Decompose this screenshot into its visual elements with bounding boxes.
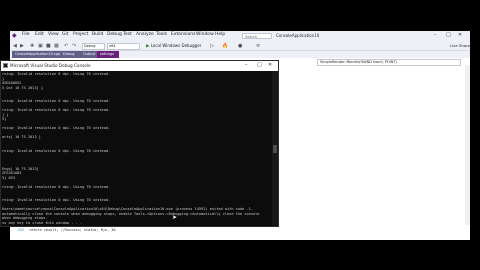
console-line: 5} 053 [2, 175, 15, 180]
new-item-icon[interactable]: ✚ [30, 43, 34, 49]
menu-bar: ◆ File Edit View Git Project Build Debug… [10, 31, 470, 45]
hot-reload-icon[interactable]: 🔥 [222, 43, 228, 49]
redo-icon[interactable]: ↷ [72, 43, 76, 49]
mouse-cursor-icon: ➤ [172, 214, 178, 221]
menu-test[interactable]: Test [123, 32, 132, 37]
back-icon[interactable]: ◀ [13, 43, 17, 49]
console-line: rning: Invalid resolution 0 dpi. Using 7… [2, 198, 111, 202]
search-input[interactable]: Search (Ctrl+Q) [242, 33, 272, 45]
save-all-icon[interactable]: ▩ [54, 43, 59, 49]
console-line: arts] 16 TS 2013 } [2, 135, 41, 139]
console-minimize-icon[interactable]: – [245, 62, 248, 68]
menu-build[interactable]: Build [92, 32, 103, 37]
menu-view[interactable]: View [48, 32, 59, 37]
menu-edit[interactable]: Edit [35, 32, 44, 37]
menu-help[interactable]: Help [215, 32, 225, 37]
tab-source[interactable]: ConsoleApplication10.cpp [12, 51, 62, 58]
menu-file[interactable]: File [22, 32, 30, 37]
debug-console-window[interactable]: Microsoft Visual Studio Debug Console – … [0, 60, 279, 227]
undo-icon[interactable]: ↶ [64, 43, 68, 49]
console-line: 5 Oct 10 TS 2013] } [2, 85, 44, 90]
editor-scrollbar[interactable] [465, 65, 470, 225]
comment-icon[interactable]: ≡ [256, 43, 260, 49]
console-line: 5} [2, 117, 7, 121]
console-line: rning: Invalid resolution 0 dpi. Using 7… [2, 184, 111, 189]
menu-analyze[interactable]: Analyze [136, 32, 154, 37]
console-line: ss any key to close this window . . . [2, 220, 83, 225]
console-line: rning: Invalid resolution 0 dpi. Using 7… [2, 99, 111, 103]
play-icon: ▶ [146, 44, 150, 49]
start-debugging-button[interactable]: ▶ Local Windows Debugger [146, 43, 201, 49]
menu-window[interactable]: Window [196, 32, 214, 37]
console-icon [3, 63, 8, 68]
close-icon[interactable]: ✕ [458, 32, 462, 38]
tab-settings[interactable]: settings [97, 51, 119, 58]
debugger-label: Local Windows Debugger [150, 43, 202, 48]
console-close-icon[interactable]: ✕ [268, 62, 272, 68]
menu-extensions[interactable]: Extensions [171, 32, 195, 37]
line-number: 452 [17, 228, 24, 232]
console-line: rning: Invalid resolution 0 dpi. Using 7… [2, 126, 111, 130]
breakpoint-icon[interactable]: ● [238, 43, 242, 49]
forward-icon[interactable]: ▶ [20, 43, 24, 49]
console-maximize-icon[interactable]: □ [257, 62, 262, 68]
visual-studio-logo-icon: ◆ [12, 32, 17, 39]
member-navigation-select[interactable]: SimpleRender::Render(HWND hwnd, POINT) [317, 59, 461, 66]
menu-tools[interactable]: Tools [156, 32, 167, 37]
save-icon[interactable]: ■ [46, 43, 51, 49]
console-line: rning: Invalid resolution 0 dpi. Using 7… [2, 148, 111, 153]
live-share-button[interactable]: Live Share [450, 43, 470, 48]
menu-git[interactable]: Git [62, 32, 69, 37]
code-text: return result; //Success; status; Rjn, 3… [27, 228, 116, 232]
maximize-icon[interactable]: □ [446, 32, 451, 38]
right-letterbox [470, 0, 480, 270]
configuration-select[interactable]: Debug [82, 43, 105, 50]
platform-select[interactable]: x64 [107, 43, 140, 50]
console-scrollbar-thumb[interactable] [273, 145, 277, 153]
console-title-bar[interactable]: Microsoft Visual Studio Debug Console – … [1, 61, 278, 71]
code-line: 452 return result; //Success; status; Rj… [10, 228, 470, 233]
open-icon[interactable]: ▣ [38, 43, 43, 49]
start-without-debugging-icon[interactable]: ▷ [210, 43, 214, 49]
menu-debug[interactable]: Debug [107, 32, 122, 37]
menu-project[interactable]: Project [73, 32, 88, 37]
toolbar: ◀ ▶ ✚ ▣ ■ ▩ ↶ ↷ Debug x64 ▶ Local Window… [10, 41, 470, 51]
console-title: Microsoft Visual Studio Debug Console [10, 63, 91, 68]
console-line: rning: Invalid resolution 0 dpi. Using 7… [2, 72, 111, 76]
minimize-icon[interactable]: – [434, 32, 437, 38]
solution-name: ConsoleApplication10 [276, 33, 320, 38]
document-tabs: ConsoleApplication10.cpp Debug Output se… [10, 51, 470, 58]
console-line: rning: Invalid resolution 0 dpi. Using 7… [2, 108, 111, 112]
console-output: rning: Invalid resolution 0 dpi. Using 7… [1, 71, 272, 226]
